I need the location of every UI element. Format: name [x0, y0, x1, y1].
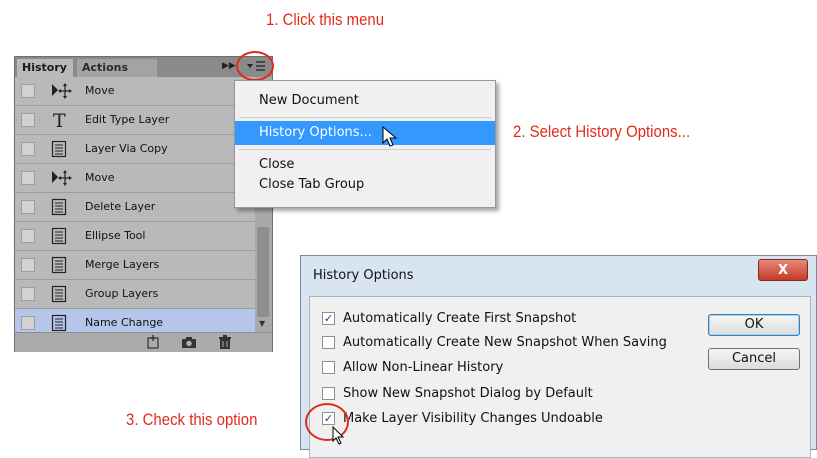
checkbox[interactable] — [322, 361, 335, 374]
history-state-row[interactable]: Group Layers — [15, 280, 255, 309]
history-state-row[interactable]: Ellipse Tool — [15, 222, 255, 251]
history-state-label: Ellipse Tool — [85, 229, 146, 242]
snapshot-source-checkbox[interactable] — [21, 229, 35, 243]
tab-history[interactable]: History — [17, 59, 73, 77]
document-icon — [51, 255, 69, 275]
step1-annotation: 1. Click this menu — [266, 10, 385, 29]
option-label: Automatically Create New Snapshot When S… — [343, 335, 667, 350]
history-state-label: Merge Layers — [85, 258, 160, 271]
history-state-row[interactable]: T Edit Type Layer — [15, 106, 255, 135]
menu-item-history-options[interactable]: History Options... — [235, 121, 495, 145]
checkbox[interactable] — [322, 387, 335, 400]
close-button[interactable]: X — [758, 259, 808, 281]
trash-icon[interactable] — [218, 335, 232, 354]
collapse-arrows-icon[interactable]: ▶▶ — [222, 61, 236, 71]
history-state-label: Move — [85, 84, 115, 97]
document-icon — [51, 284, 69, 304]
dialog-body: ✓ Automatically Create First Snapshot Au… — [309, 296, 811, 458]
history-state-row[interactable]: Move — [15, 164, 255, 193]
history-state-label: Group Layers — [85, 287, 159, 300]
ok-button[interactable]: OK — [708, 314, 800, 336]
history-state-row[interactable]: Layer Via Copy — [15, 135, 255, 164]
snapshot-source-checkbox[interactable] — [21, 200, 35, 214]
snapshot-source-checkbox[interactable] — [21, 84, 35, 98]
panel-tab-bar: History Actions ▶▶ — [15, 57, 272, 77]
tab-actions[interactable]: Actions — [77, 59, 157, 77]
menu-item-close-tab-group[interactable]: Close Tab Group — [235, 175, 495, 195]
panel-dropdown-menu: New Document History Options... Close Cl… — [234, 80, 496, 208]
history-state-label: Edit Type Layer — [85, 113, 170, 126]
history-state-row[interactable]: Delete Layer — [15, 193, 255, 222]
history-state-label: Layer Via Copy — [85, 142, 168, 155]
panel-footer — [15, 332, 272, 352]
camera-icon[interactable] — [181, 335, 197, 354]
option-label: Make Layer Visibility Changes Undoable — [343, 411, 603, 426]
history-state-row[interactable]: Move — [15, 77, 255, 106]
scroll-down-icon[interactable]: ▼ — [259, 319, 265, 328]
document-icon — [51, 313, 69, 333]
move-icon — [51, 168, 72, 188]
cursor-arrow-icon — [382, 126, 398, 147]
snapshot-source-checkbox[interactable] — [21, 171, 35, 185]
dialog-title: History Options — [313, 268, 414, 283]
snapshot-source-checkbox[interactable] — [21, 113, 35, 127]
snapshot-source-checkbox[interactable] — [21, 258, 35, 272]
history-state-label: Delete Layer — [85, 200, 156, 213]
new-document-from-state-icon[interactable] — [145, 335, 161, 354]
menu-separator — [239, 117, 491, 118]
checkbox[interactable]: ✓ — [322, 312, 335, 325]
option-label: Show New Snapshot Dialog by Default — [343, 386, 593, 401]
move-icon — [51, 81, 72, 101]
document-icon — [51, 197, 69, 217]
svg-text:T: T — [53, 110, 66, 130]
highlight-circle-menu — [236, 51, 274, 81]
step2-annotation: 2. Select History Options... — [513, 122, 691, 141]
document-icon — [51, 139, 69, 159]
snapshot-source-checkbox[interactable] — [21, 316, 35, 330]
history-state-row[interactable]: Merge Layers — [15, 251, 255, 280]
option-label: Allow Non-Linear History — [343, 360, 504, 375]
menu-item-close[interactable]: Close — [235, 155, 495, 175]
history-options-dialog: History Options X ✓ Automatically Create… — [300, 255, 817, 458]
document-icon — [51, 226, 69, 246]
checkbox[interactable] — [322, 336, 335, 349]
snapshot-source-checkbox[interactable] — [21, 142, 35, 156]
step3-annotation: 3. Check this option — [126, 410, 258, 429]
history-state-list: Move T Edit Type Layer Layer Via Copy Move De… — [15, 77, 255, 338]
menu-item-new-document[interactable]: New Document — [235, 89, 495, 113]
cancel-button[interactable]: Cancel — [708, 348, 800, 370]
snapshot-source-checkbox[interactable] — [21, 287, 35, 301]
option-label: Automatically Create First Snapshot — [343, 311, 577, 326]
cursor-arrow-icon — [332, 426, 345, 445]
menu-separator — [239, 149, 491, 150]
scrollbar-thumb[interactable] — [257, 227, 269, 317]
history-state-label: Move — [85, 171, 115, 184]
type-icon: T — [51, 110, 69, 132]
